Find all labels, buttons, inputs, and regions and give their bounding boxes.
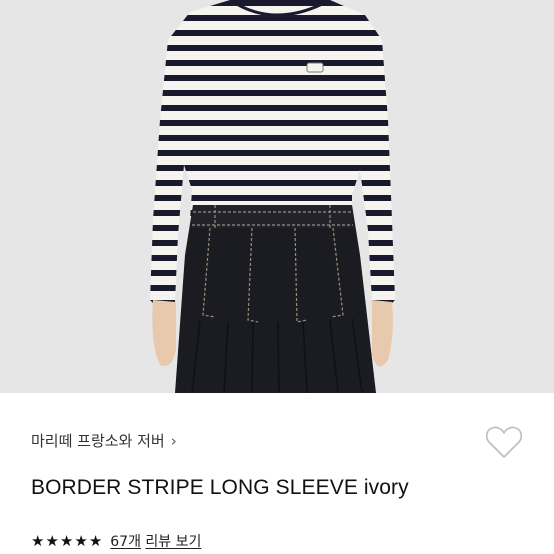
wishlist-button[interactable] [483, 421, 525, 463]
star-icon: ★ [74, 531, 88, 550]
star-icon: ★ [59, 531, 74, 550]
product-photo [0, 0, 554, 393]
review-label: 리뷰 보기 [145, 534, 202, 550]
rating-row: ★ ★ ★ ★ ★ 67개 리뷰 보기 [31, 531, 201, 551]
review-link[interactable]: 67개 리뷰 보기 [110, 531, 201, 551]
star-icon: ★ [31, 531, 45, 550]
chest-patch [306, 62, 324, 73]
star-icon: ★ [88, 531, 103, 550]
product-title: BORDER STRIPE LONG SLEEVE ivory [31, 476, 409, 499]
pleated-skirt [175, 205, 376, 393]
review-count: 67개 [110, 534, 141, 550]
star-rating: ★ ★ ★ ★ ★ [31, 531, 103, 550]
product-image[interactable] [0, 0, 554, 393]
brand-label: 마리떼 프랑소와 저버 [31, 432, 165, 450]
chevron-right-icon: › [170, 431, 177, 450]
heart-outline-icon [485, 426, 523, 458]
brand-link[interactable]: 마리떼 프랑소와 저버 › [31, 430, 177, 451]
star-icon: ★ [45, 531, 59, 550]
product-info [0, 393, 554, 554]
